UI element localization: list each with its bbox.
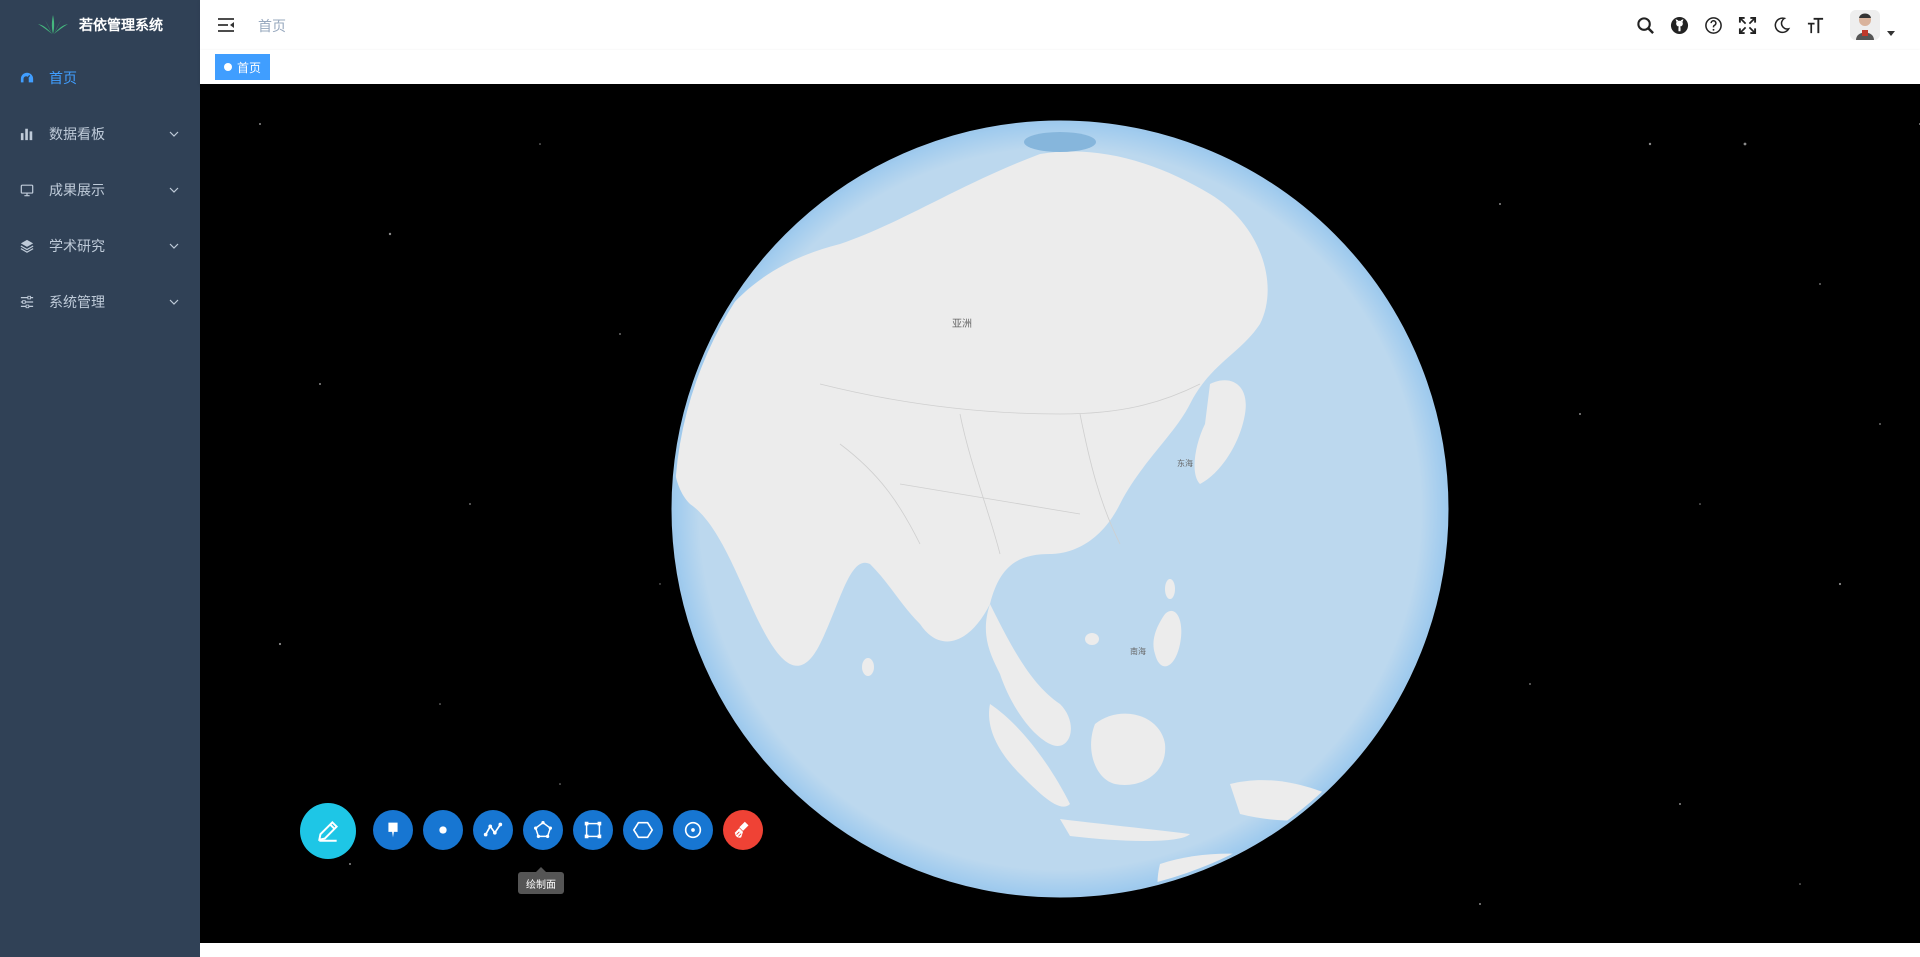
sidebar: 若依管理系统 首页 数据看板 成果展示 学术研究 系统管理 [0, 0, 200, 957]
draw-hexagon-button[interactable] [623, 810, 663, 850]
sidebar-item-home[interactable]: 首页 [0, 50, 200, 106]
eraser-icon [734, 821, 749, 838]
sidebar-item-research[interactable]: 学术研究 [0, 218, 200, 274]
bar-chart-icon [20, 127, 34, 141]
draw-circle-button[interactable] [673, 810, 713, 850]
caret-down-icon [1887, 31, 1895, 36]
pencil-icon [318, 820, 339, 842]
polygon-icon [534, 821, 552, 839]
sidebar-item-system[interactable]: 系统管理 [0, 274, 200, 330]
draw-polyline-button[interactable] [473, 810, 513, 850]
help-icon[interactable] [1696, 0, 1730, 50]
monitor-icon [20, 183, 34, 197]
user-menu[interactable] [1850, 10, 1896, 40]
settings-sliders-icon [20, 295, 34, 309]
point-icon [439, 826, 447, 834]
clear-drawings-button[interactable] [723, 810, 763, 850]
tags-view: 首页 [200, 50, 1920, 85]
draw-point-button[interactable] [423, 810, 463, 850]
breadcrumb: 首页 [258, 18, 286, 34]
draw-rectangle-button[interactable] [573, 810, 613, 850]
map-viewer[interactable]: 亚洲 东海 南海 [200, 84, 1920, 943]
sidebar-item-label: 系统管理 [49, 294, 105, 310]
tag-label: 首页 [237, 60, 262, 75]
font-size-icon[interactable] [1798, 0, 1832, 50]
map-label-south-china-sea: 南海 [1130, 646, 1146, 656]
fullscreen-icon[interactable] [1730, 0, 1764, 50]
github-icon[interactable] [1662, 0, 1696, 50]
hexagon-icon [632, 821, 654, 839]
logo-icon [38, 15, 68, 34]
navbar: 首页 [200, 0, 1920, 50]
chevron-down-icon [169, 243, 179, 249]
active-dot-icon [224, 63, 232, 71]
marker-icon [388, 822, 398, 838]
search-icon[interactable] [1628, 0, 1662, 50]
globe-scene[interactable]: 亚洲 东海 南海 [200, 84, 1920, 943]
sidebar-item-label: 首页 [49, 70, 77, 86]
sidebar-item-label: 成果展示 [49, 182, 105, 198]
header-tools [1628, 0, 1920, 50]
map-label-east-china-sea: 东海 [1177, 458, 1193, 468]
logo[interactable]: 若依管理系统 [0, 0, 200, 50]
chevron-down-icon [169, 187, 179, 193]
menu-toggle-icon[interactable] [216, 15, 236, 35]
rectangle-icon [584, 821, 602, 839]
map-label-asia: 亚洲 [952, 318, 972, 330]
chevron-down-icon [169, 131, 179, 137]
app-title: 若依管理系统 [79, 17, 163, 33]
draw-marker-button[interactable] [373, 810, 413, 850]
footer-strip [200, 943, 1920, 957]
sidebar-item-data-board[interactable]: 数据看板 [0, 106, 200, 162]
dashboard-icon [20, 71, 34, 85]
polyline-icon [483, 822, 503, 837]
sidebar-item-label: 学术研究 [49, 238, 105, 254]
polar-cap [1024, 132, 1096, 152]
chevron-down-icon [169, 299, 179, 305]
draw-polygon-button[interactable] [523, 810, 563, 850]
layers-icon [20, 239, 34, 253]
sidebar-item-achievements[interactable]: 成果展示 [0, 162, 200, 218]
avatar[interactable] [1850, 10, 1880, 40]
circle-icon [684, 821, 702, 839]
dark-mode-icon[interactable] [1764, 0, 1798, 50]
sidebar-item-label: 数据看板 [49, 126, 105, 142]
tag-home[interactable]: 首页 [215, 54, 271, 80]
draw-toggle-button[interactable] [300, 803, 356, 859]
draw-tooltip: 绘制面 [518, 867, 564, 894]
